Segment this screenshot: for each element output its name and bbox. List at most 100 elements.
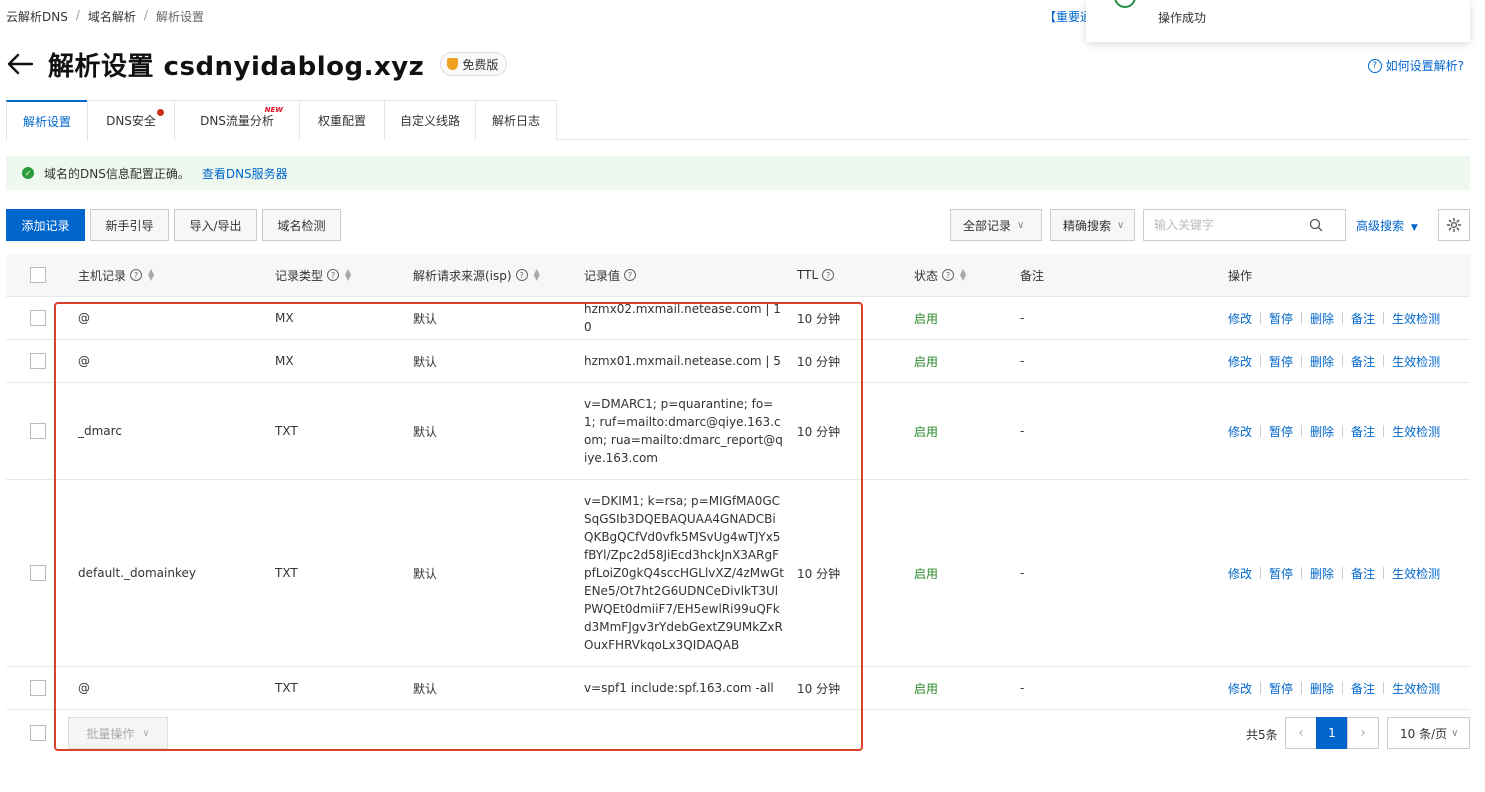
cell-remark-text: -: [1020, 311, 1025, 325]
cell-line: 默认: [413, 297, 437, 339]
shield-icon: [447, 58, 459, 70]
pause-button[interactable]: 暂停: [1269, 423, 1293, 440]
verify-button[interactable]: 生效检测: [1392, 680, 1440, 697]
tab-dns-settings[interactable]: 解析设置: [6, 100, 88, 141]
action-divider: [1383, 355, 1385, 367]
page-size-select[interactable]: 10 条/页 ∨: [1387, 717, 1470, 749]
pause-button[interactable]: 暂停: [1269, 353, 1293, 370]
record-filter-value: 全部记录: [963, 218, 1012, 233]
delete-button[interactable]: 删除: [1310, 310, 1334, 327]
help-icon: ?: [327, 269, 340, 281]
sort-icon: ▲ ▼: [148, 267, 155, 282]
tab-dns-log[interactable]: 解析日志: [475, 100, 557, 140]
sort-icon: ▲ ▼: [960, 267, 967, 282]
search-icon[interactable]: [1309, 218, 1323, 232]
tab-custom-lines[interactable]: 自定义线路: [384, 100, 476, 140]
tab-dns-traffic[interactable]: DNS流量分析 NEW: [174, 100, 300, 140]
domain-check-button[interactable]: 域名检测: [262, 209, 341, 241]
verify-button[interactable]: 生效检测: [1392, 423, 1440, 440]
cell-remark: -: [1020, 667, 1024, 709]
pause-button[interactable]: 暂停: [1269, 565, 1293, 582]
edit-button[interactable]: 修改: [1228, 680, 1252, 697]
prev-page-button[interactable]: ‹: [1285, 717, 1317, 749]
tab-label: 解析日志: [491, 114, 540, 128]
cell-type-text: TXT: [275, 566, 298, 580]
cell-type: TXT: [275, 383, 298, 479]
table-row: default._domainkey TXT 默认 v=DKIM1; k=rsa; p…: [6, 480, 1470, 667]
pause-button[interactable]: 暂停: [1269, 310, 1293, 327]
cell-value-text: v=DMARC1; p=quarantine; fo=1; ruf=mailto…: [584, 397, 783, 465]
verify-button[interactable]: 生效检测: [1392, 310, 1440, 327]
remark-button[interactable]: 备注: [1351, 423, 1375, 440]
cell-line-text: 默认: [413, 424, 438, 439]
action-divider: [1301, 567, 1303, 579]
select-all-footer-checkbox[interactable]: [30, 725, 46, 741]
delete-button[interactable]: 删除: [1310, 423, 1334, 440]
cell-remark: -: [1020, 480, 1024, 666]
question-icon: ?: [1367, 58, 1382, 73]
breadcrumb-item-domain[interactable]: 域名解析: [88, 8, 136, 25]
next-page-button[interactable]: ›: [1347, 717, 1379, 749]
row-checkbox[interactable]: [30, 565, 46, 581]
delete-button[interactable]: 删除: [1310, 565, 1334, 582]
remark-button[interactable]: 备注: [1351, 680, 1375, 697]
import-export-button[interactable]: 导入/导出: [174, 209, 257, 241]
column-host[interactable]: 主机记录? ▲ ▼: [78, 254, 154, 296]
tab-label: 自定义线路: [399, 114, 460, 128]
help-link[interactable]: ? 如何设置解析?: [1367, 57, 1464, 74]
tab-dns-security[interactable]: DNS安全: [87, 100, 175, 140]
pause-button[interactable]: 暂停: [1269, 680, 1293, 697]
cell-type-text: TXT: [275, 424, 298, 438]
delete-button[interactable]: 删除: [1310, 353, 1334, 370]
row-checkbox[interactable]: [30, 680, 46, 696]
remark-button[interactable]: 备注: [1351, 310, 1375, 327]
page-number-button[interactable]: 1: [1316, 717, 1348, 749]
select-all-checkbox[interactable]: [30, 267, 46, 283]
guide-button[interactable]: 新手引导: [90, 209, 169, 241]
column-header-label: 备注: [1020, 268, 1045, 283]
remark-button[interactable]: 备注: [1351, 565, 1375, 582]
column-line[interactable]: 解析请求来源(isp)? ▲ ▼: [413, 254, 540, 296]
row-checkbox[interactable]: [30, 310, 46, 326]
advanced-search-toggle[interactable]: 高级搜索 ▼: [1356, 217, 1418, 234]
search-input[interactable]: [1144, 218, 1309, 232]
row-select-cell: [30, 340, 46, 382]
cell-actions: 修改 暂停 删除 备注 生效检测: [1228, 383, 1440, 479]
column-type[interactable]: 记录类型? ▲ ▼: [275, 254, 351, 296]
edit-button[interactable]: 修改: [1228, 565, 1252, 582]
new-badge: NEW: [264, 106, 283, 114]
cell-value-text: hzmx01.mxmail.netease.com | 5: [584, 354, 781, 368]
settings-button[interactable]: [1438, 209, 1470, 241]
view-dns-servers-link[interactable]: 查看DNS服务器: [202, 165, 288, 182]
edit-button[interactable]: 修改: [1228, 353, 1252, 370]
edit-button[interactable]: 修改: [1228, 310, 1252, 327]
column-header-label: TTL: [797, 268, 819, 282]
search-mode-select[interactable]: 精确搜索 ∨: [1050, 209, 1135, 241]
column-value: 记录值?: [584, 254, 637, 296]
column-status[interactable]: 状态? ▲ ▼: [914, 254, 966, 296]
batch-actions-button[interactable]: 批量操作 ∨: [68, 717, 168, 749]
cell-remark-text: -: [1020, 424, 1025, 438]
row-checkbox[interactable]: [30, 423, 46, 439]
verify-button[interactable]: 生效检测: [1392, 565, 1440, 582]
back-arrow-icon[interactable]: [6, 50, 34, 78]
delete-button[interactable]: 删除: [1310, 680, 1334, 697]
tab-label: DNS流量分析: [200, 114, 274, 128]
action-divider: [1301, 312, 1303, 324]
remark-button[interactable]: 备注: [1351, 353, 1375, 370]
tab-weight-config[interactable]: 权重配置: [299, 100, 385, 140]
cell-value-text: hzmx02.mxmail.netease.com | 10: [584, 302, 781, 334]
verify-button[interactable]: 生效检测: [1392, 353, 1440, 370]
important-notice-link[interactable]: 【重要通: [1044, 8, 1088, 25]
breadcrumb-item-dns[interactable]: 云解析DNS: [6, 8, 68, 25]
edit-button[interactable]: 修改: [1228, 423, 1252, 440]
column-header-label: 记录类型: [275, 268, 324, 283]
add-record-button[interactable]: 添加记录: [6, 209, 85, 241]
row-checkbox[interactable]: [30, 353, 46, 369]
cell-host: @: [78, 667, 90, 709]
record-filter-select[interactable]: 全部记录 ∨: [950, 209, 1042, 241]
action-divider: [1342, 682, 1344, 694]
page-size-value: 10 条/页: [1400, 726, 1448, 741]
cell-status: 启用: [914, 340, 938, 382]
cell-line-text: 默认: [413, 311, 438, 326]
